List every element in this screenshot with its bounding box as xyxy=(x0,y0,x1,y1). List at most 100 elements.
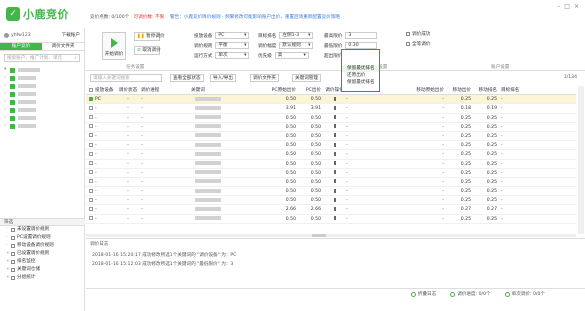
device-icon[interactable] xyxy=(333,151,336,156)
row-checkbox[interactable] xyxy=(86,215,95,223)
keyword-manage-button[interactable]: 关键词管理 xyxy=(292,74,321,82)
bid-action-cell[interactable] xyxy=(323,104,346,112)
bid-action-cell[interactable] xyxy=(323,187,346,195)
chevron-right-icon[interactable]: ▾ xyxy=(4,66,8,74)
device-icon[interactable] xyxy=(333,179,336,184)
dropdown-option[interactable]: 还原出价 xyxy=(342,72,379,79)
chevron-right-icon[interactable]: › xyxy=(4,82,8,90)
bid-action-cell[interactable] xyxy=(323,123,346,131)
table-row[interactable]: - - -3.91 3.91- -0.18 0.19- xyxy=(86,104,576,114)
checkbox-icon[interactable] xyxy=(10,91,15,97)
pause-bid-button[interactable]: ❚❚ 暂停调价 xyxy=(134,32,165,41)
checkbox-icon[interactable] xyxy=(11,244,15,248)
tree-node[interactable]: › xyxy=(4,82,80,90)
checkbox-icon[interactable] xyxy=(88,115,93,120)
checkbox-icon[interactable] xyxy=(11,260,15,264)
toggle-icon[interactable]: + xyxy=(6,258,10,266)
checkbox-icon[interactable] xyxy=(10,67,15,73)
checkbox-icon[interactable] xyxy=(88,133,93,138)
account-search-input[interactable]: 搜索账户、推广计划、单元 ⌕ xyxy=(4,54,80,62)
device-icon[interactable] xyxy=(333,96,336,101)
bid-action-cell[interactable] xyxy=(323,132,346,140)
row-checkbox[interactable] xyxy=(86,169,95,177)
dropdown-option[interactable]: 保留最优排名 xyxy=(342,65,379,72)
row-checkbox[interactable] xyxy=(86,150,95,158)
checkbox-icon[interactable] xyxy=(88,105,93,110)
checkbox-icon[interactable] xyxy=(10,107,15,113)
checkbox-icon[interactable] xyxy=(11,276,15,280)
row-checkbox[interactable] xyxy=(86,104,95,112)
device-icon[interactable] xyxy=(333,188,336,193)
status-filter-button[interactable]: 查看全部状态 xyxy=(170,74,204,82)
checkbox-icon[interactable] xyxy=(88,197,93,202)
close-icon[interactable]: × xyxy=(574,3,579,10)
chevron-right-icon[interactable]: › xyxy=(4,98,8,106)
chevron-right-icon[interactable]: › xyxy=(4,114,8,122)
table-row[interactable]: - - -0.50 0.50- -0.25 0.25- xyxy=(86,196,576,206)
table-row[interactable]: - - -0.50 0.50- -0.25 0.25- xyxy=(86,160,576,169)
tree-node[interactable]: › xyxy=(4,74,80,82)
table-row[interactable]: - - -0.50 0.50- -0.25 0.25- xyxy=(86,132,576,142)
notice-link[interactable]: 警告：小鹿竞价降价规则 - 频繁修改可能影响账户出价，重置后请重新配置竞价策略 xyxy=(170,14,340,20)
horizontal-scrollbar[interactable] xyxy=(86,234,576,237)
chevron-right-icon[interactable]: › xyxy=(4,90,8,98)
toggle-icon[interactable]: · xyxy=(6,242,9,250)
device-icon[interactable] xyxy=(333,170,336,175)
row-checkbox[interactable] xyxy=(86,95,95,103)
checkbox-icon[interactable] xyxy=(10,115,15,121)
bid-success-check[interactable]: 调价成功 xyxy=(406,31,430,37)
table-row[interactable]: PC - -0.50 0.50- -0.25 0.25- xyxy=(86,95,576,105)
max-price-input[interactable]: 3 xyxy=(345,32,378,39)
device-icon[interactable] xyxy=(333,216,336,221)
strategy-select[interactable]: 平衡 ▾ xyxy=(215,42,250,49)
tree-node[interactable]: › xyxy=(4,122,80,130)
device-icon[interactable] xyxy=(333,115,336,120)
mode-select[interactable]: 单次 ▾ xyxy=(215,52,250,59)
checkbox-icon[interactable] xyxy=(88,188,93,193)
tab-account-bidding[interactable]: 账户竞价 xyxy=(0,43,42,50)
select-all-checkbox[interactable] xyxy=(88,87,93,92)
device-icon[interactable] xyxy=(333,161,336,165)
bid-action-cell[interactable] xyxy=(323,215,346,223)
tree-node[interactable]: › xyxy=(4,106,80,114)
table-row[interactable]: - - -0.50 0.50- -0.25 0.25- xyxy=(86,150,576,160)
bid-folder-button[interactable]: 调价文件夹 xyxy=(250,74,279,82)
row-checkbox[interactable] xyxy=(86,160,95,168)
minimize-icon[interactable]: – xyxy=(557,3,560,10)
row-checkbox[interactable] xyxy=(86,132,95,140)
row-checkbox[interactable] xyxy=(86,178,95,186)
toggle-icon[interactable]: + xyxy=(6,274,10,282)
start-bid-button[interactable]: 开始调价 xyxy=(102,32,126,60)
checkbox-icon[interactable] xyxy=(88,206,93,211)
device-icon[interactable] xyxy=(333,133,336,138)
bid-action-cell[interactable] xyxy=(323,196,346,204)
dropdown-option[interactable]: 保留最优排名 xyxy=(342,79,379,86)
checkbox-icon[interactable] xyxy=(10,99,15,105)
filter-item[interactable]: + 关键词仓储 xyxy=(0,266,85,274)
table-row[interactable]: - - -0.50 0.50- -0.25 0.25- xyxy=(86,215,576,224)
user-menu[interactable]: yhfw123 xyxy=(4,32,31,38)
checkbox-icon[interactable] xyxy=(11,228,15,232)
bid-action-cell[interactable] xyxy=(323,160,346,168)
checkbox-icon[interactable] xyxy=(10,75,15,81)
table-row[interactable]: - - -0.50 0.50- -0.25 0.25- xyxy=(86,178,576,188)
device-select[interactable]: PC ▾ xyxy=(215,32,250,39)
table-scrollbar[interactable] xyxy=(578,86,584,234)
table-row[interactable]: - - -0.50 0.50- -0.25 0.25- xyxy=(86,141,576,151)
bid-action-cell[interactable] xyxy=(323,95,346,103)
tree-node[interactable]: ▾ xyxy=(4,66,80,74)
toggle-icon[interactable]: + xyxy=(6,250,10,258)
toggle-icon[interactable]: · xyxy=(6,234,9,242)
row-checkbox[interactable] xyxy=(86,205,95,213)
checkbox-icon[interactable] xyxy=(88,170,93,175)
bid-action-cell[interactable] xyxy=(323,205,346,213)
checkbox-icon[interactable] xyxy=(88,124,93,129)
checkbox-icon[interactable] xyxy=(10,123,15,129)
checkbox-icon[interactable] xyxy=(88,216,93,221)
tree-node[interactable]: › xyxy=(4,90,80,98)
row-checkbox[interactable] xyxy=(86,141,95,149)
min-price-input[interactable]: 0.30 xyxy=(345,42,378,49)
checkbox-icon[interactable] xyxy=(11,236,15,240)
scroll-thumb[interactable] xyxy=(312,234,326,237)
chevron-right-icon[interactable]: › xyxy=(4,106,8,114)
